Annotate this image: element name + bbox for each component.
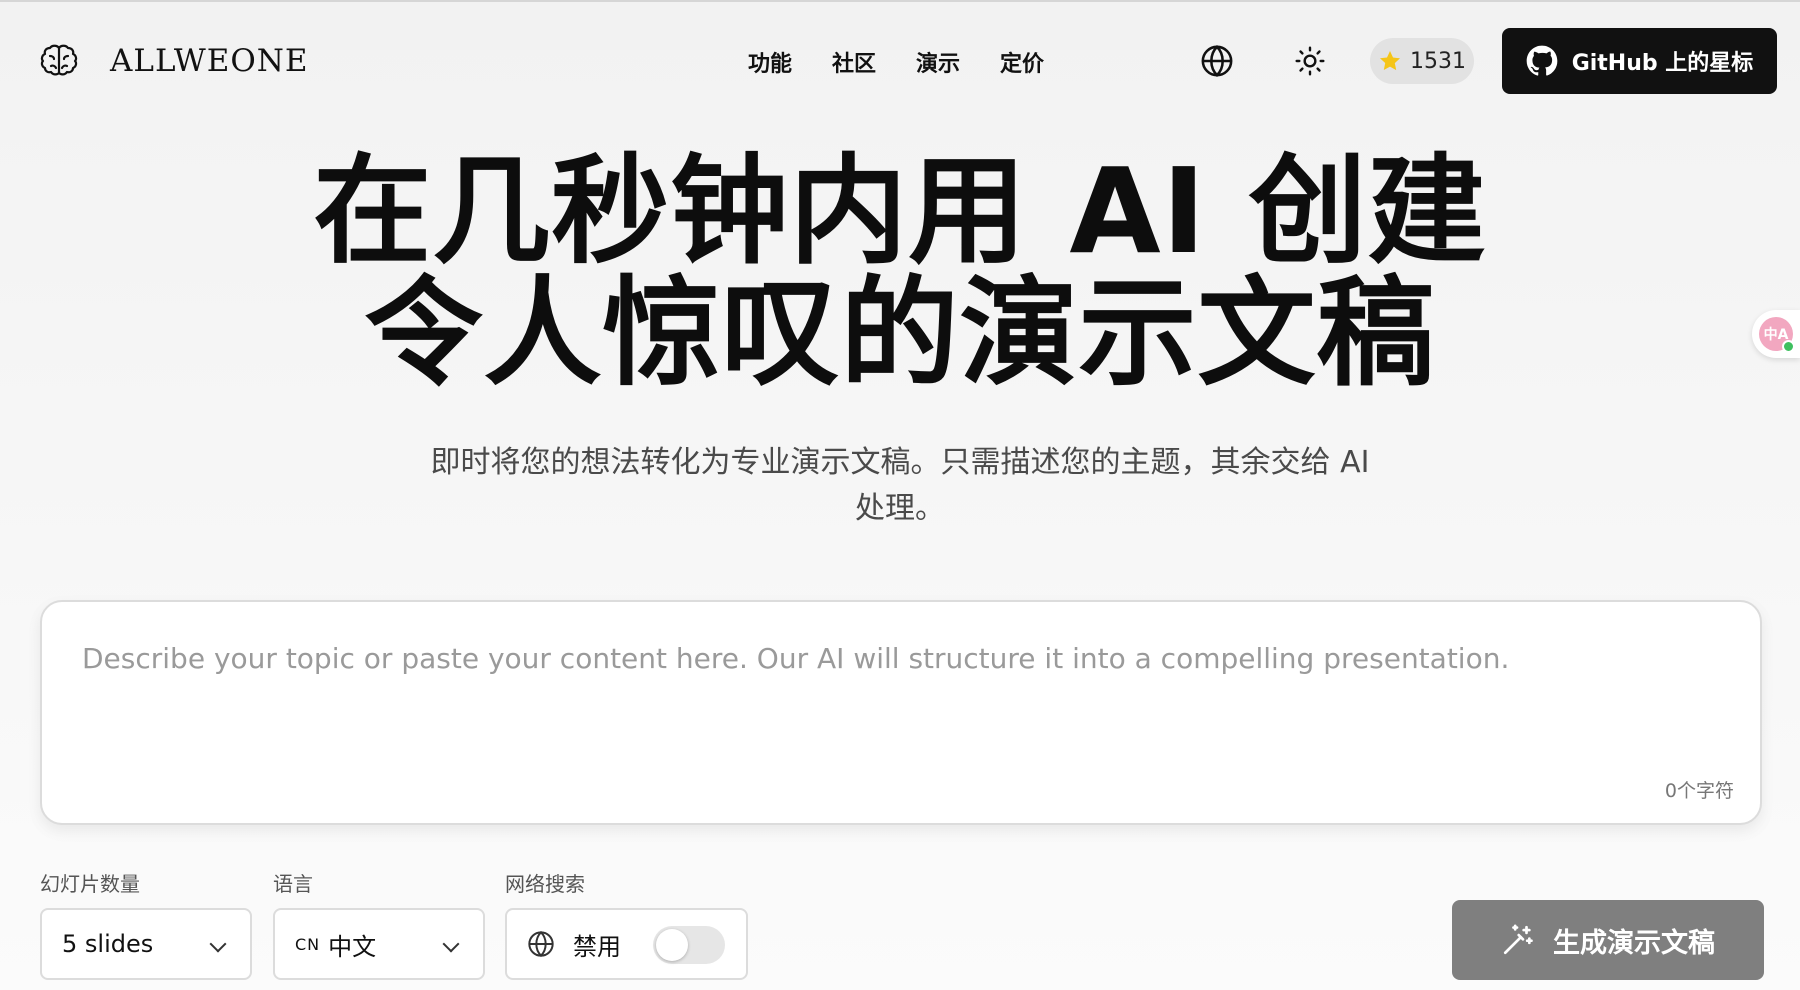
sun-icon [1295,46,1325,76]
web-search-control: 禁用 [505,908,748,980]
hero-title: 在几秒钟内用 AI 创建 令人惊叹的演示文稿 [0,150,1800,394]
hero-title-line1: 在几秒钟内用 AI 创建 [313,142,1487,280]
hero-subtitle-line1: 即时将您的想法转化为专业演示文稿。只需描述您的主题，其余交给 AI [430,445,1370,480]
brand-logo[interactable]: ALLWEONE [38,42,309,80]
chevron-down-icon [209,935,227,953]
web-search-label: 网络搜索 [505,872,585,896]
globe-icon [528,930,554,958]
brain-icon [40,44,78,76]
generate-presentation-button[interactable]: 生成演示文稿 [1452,900,1764,980]
magic-wand-icon [1503,924,1533,955]
chevron-down-icon [442,935,460,953]
language-code: CN [295,934,321,954]
web-search-toggle[interactable] [653,926,725,964]
slides-count-select[interactable]: 5 slides [40,908,252,980]
github-star-button[interactable]: GitHub 上的星标 [1502,28,1777,94]
language-switch-button[interactable] [1197,41,1237,81]
github-stars-badge[interactable]: 1531 [1370,38,1474,84]
toggle-knob [656,929,688,961]
hero-subtitle-line2: 处理。 [855,491,945,526]
prompt-input[interactable] [82,642,1722,762]
language-label: 语言 [273,872,313,896]
slides-count-value: 5 slides [62,930,154,958]
language-select[interactable]: CN 中文 [273,908,485,980]
stars-count: 1531 [1410,48,1466,74]
menu-item-community[interactable]: 社区 [832,46,876,78]
star-icon [1380,51,1400,71]
globe-icon [1201,45,1233,77]
hero-subtitle: 即时将您的想法转化为专业演示文稿。只需描述您的主题，其余交给 AI 处理。 [370,440,1430,532]
brand-name: ALLWEONE [110,43,309,79]
github-button-label: GitHub 上的星标 [1571,51,1754,76]
generate-button-label: 生成演示文稿 [1553,927,1715,959]
language-value: 中文 [328,932,377,961]
navbar: ALLWEONE 功能 社区 演示 定价 1531 GitHub 上的星标 [0,0,1800,124]
web-search-value: 禁用 [573,932,621,961]
prompt-box: 0个字符 [40,600,1762,825]
theme-toggle-button[interactable] [1290,41,1330,81]
menu-item-pricing[interactable]: 定价 [1000,46,1044,78]
github-icon [1526,45,1558,76]
main-menu: 功能 社区 演示 定价 [748,46,1044,78]
hero-title-line2: 令人惊叹的演示文稿 [364,264,1436,402]
char-count: 0个字符 [1664,780,1734,802]
slides-count-label: 幻灯片数量 [40,872,140,896]
menu-item-features[interactable]: 功能 [748,46,792,78]
menu-item-demo[interactable]: 演示 [916,46,960,78]
